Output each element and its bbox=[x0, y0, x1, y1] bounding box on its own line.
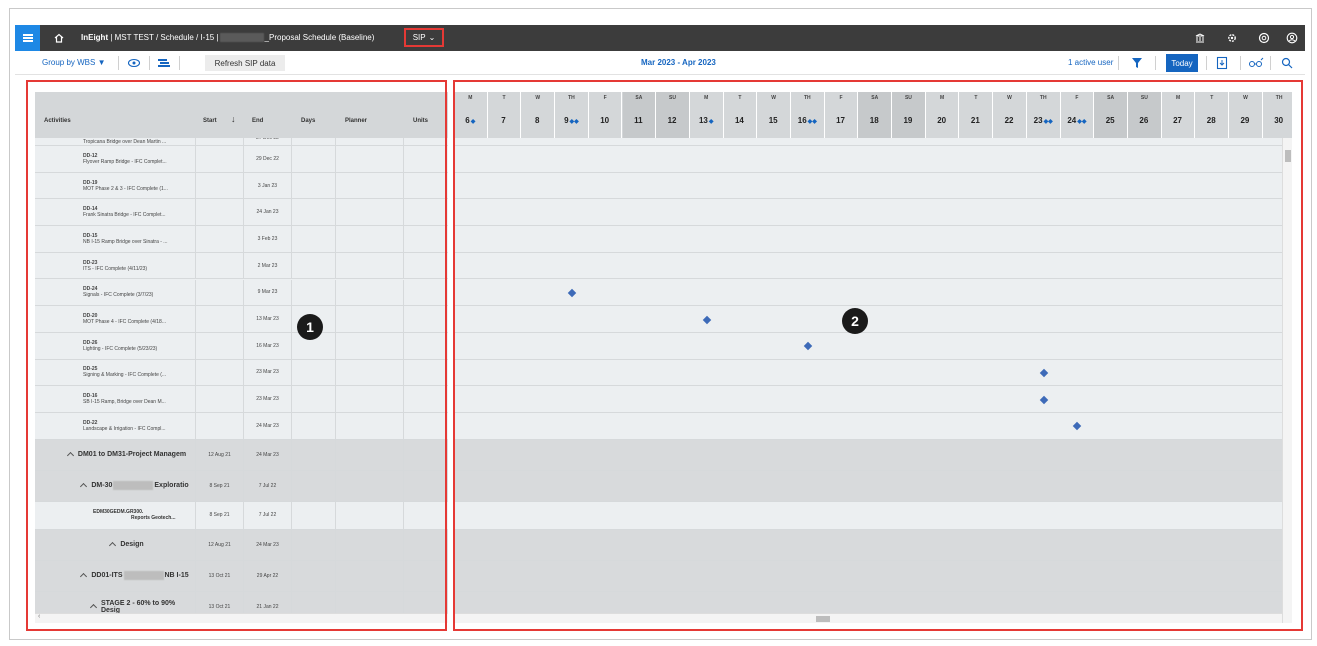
search-icon[interactable] bbox=[1281, 57, 1293, 69]
chevron-down-icon: ⌄ bbox=[428, 33, 436, 42]
eye-icon[interactable] bbox=[127, 57, 141, 69]
today-button[interactable]: Today bbox=[1166, 54, 1198, 72]
breadcrumb-schedule[interactable]: _Proposal Schedule (Baseline) bbox=[265, 33, 375, 42]
menu-icon[interactable] bbox=[15, 25, 40, 51]
redacted-block bbox=[219, 33, 264, 43]
help-icon[interactable] bbox=[1258, 32, 1270, 44]
sip-label: SIP bbox=[412, 33, 426, 42]
brand-name[interactable]: InEight bbox=[81, 33, 108, 42]
date-range-label: Mar 2023 - Apr 2023 bbox=[641, 58, 716, 67]
callout-badge-1: 1 bbox=[297, 314, 323, 340]
divider bbox=[1118, 56, 1119, 70]
callout-region-2 bbox=[453, 80, 1303, 631]
refresh-sip-button[interactable]: Refresh SIP data bbox=[205, 55, 285, 71]
gantt-view-icon[interactable] bbox=[157, 57, 171, 69]
gear-icon[interactable] bbox=[1226, 32, 1238, 44]
top-nav-bar: InEight | MST TEST / Schedule / I-15 | _P… bbox=[15, 25, 1305, 51]
divider bbox=[118, 56, 119, 70]
bank-icon[interactable] bbox=[1194, 32, 1206, 44]
sip-dropdown[interactable]: SIP ⌄ bbox=[404, 28, 444, 47]
callout-region-1 bbox=[26, 80, 447, 631]
user-avatar-icon[interactable] bbox=[1286, 32, 1298, 44]
divider bbox=[1270, 56, 1271, 70]
group-by-dropdown[interactable]: Group by WBS ▼ bbox=[42, 58, 106, 67]
divider bbox=[1206, 56, 1207, 70]
divider bbox=[1240, 56, 1241, 70]
divider bbox=[1155, 56, 1156, 70]
group-by-label: Group by WBS bbox=[42, 58, 96, 67]
filter-icon[interactable] bbox=[1131, 57, 1143, 69]
glasses-icon[interactable] bbox=[1248, 57, 1264, 69]
schedule-toolbar: Group by WBS ▼ Refresh SIP data Mar 2023… bbox=[15, 51, 1305, 75]
divider bbox=[149, 56, 150, 70]
breadcrumb: InEight | MST TEST / Schedule / I-15 | _P… bbox=[81, 33, 375, 43]
export-icon[interactable] bbox=[1216, 56, 1228, 70]
home-icon[interactable] bbox=[53, 32, 65, 44]
active-users-link[interactable]: 1 active user bbox=[1068, 58, 1113, 67]
callout-badge-2: 2 bbox=[842, 308, 868, 334]
breadcrumb-path[interactable]: | MST TEST / Schedule / I-15 | bbox=[108, 33, 218, 42]
divider bbox=[179, 56, 180, 70]
